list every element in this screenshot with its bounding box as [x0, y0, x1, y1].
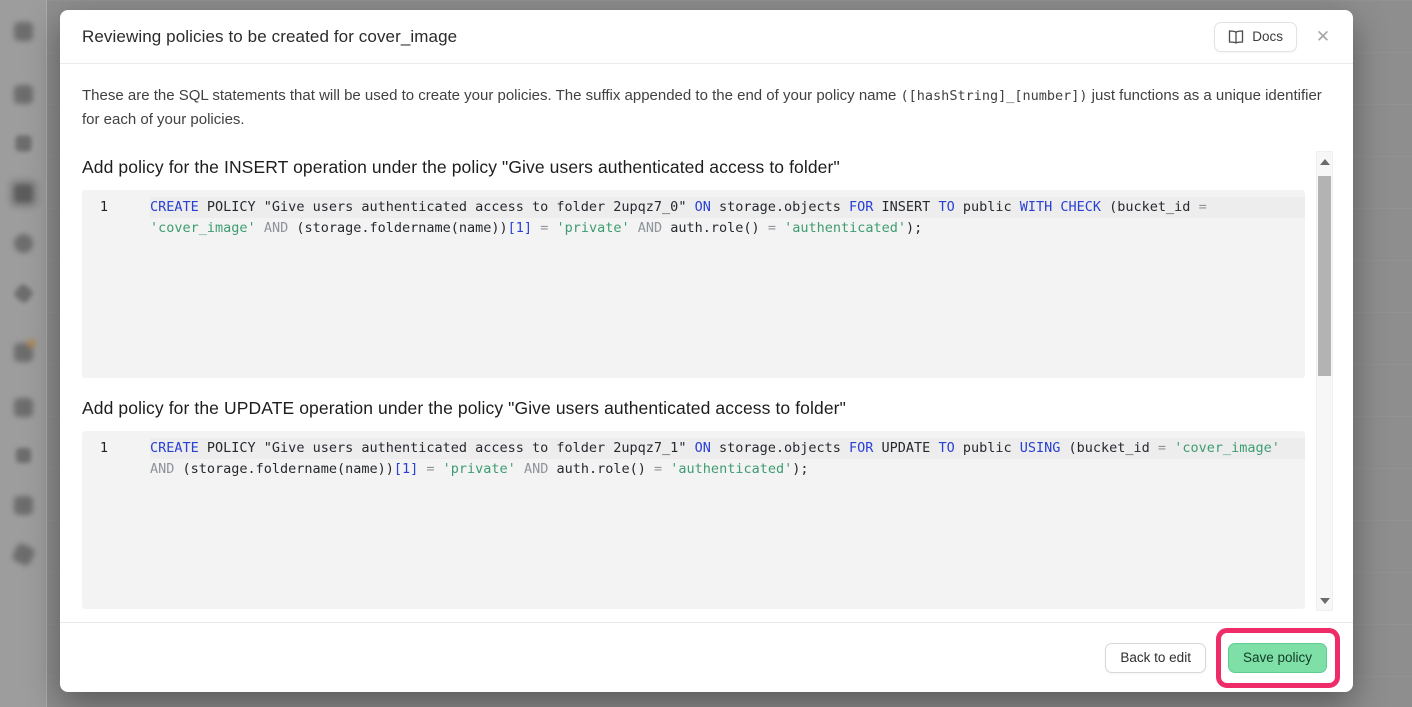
modal-description-wrap: These are the SQL statements that will b…: [60, 64, 1353, 151]
api-icon[interactable]: [13, 283, 34, 304]
policy-suffix-code: ([hashString]_[number]): [901, 88, 1088, 104]
database-icon[interactable]: [14, 184, 33, 203]
edge-functions-icon[interactable]: [14, 398, 33, 417]
realtime-icon[interactable]: [16, 448, 31, 463]
modal-title: Reviewing policies to be created for cov…: [82, 27, 457, 47]
save-policy-button[interactable]: Save policy: [1228, 643, 1327, 673]
insert-policy-code-editor[interactable]: 1 CREATE POLICY "Give users authenticate…: [82, 190, 1305, 378]
review-policies-modal: Reviewing policies to be created for cov…: [60, 10, 1353, 692]
policies-scroll-region: Add policy for the INSERT operation unde…: [82, 151, 1333, 611]
scrollbar-thumb[interactable]: [1318, 176, 1331, 376]
code-line: CREATE POLICY "Give users authenticated …: [150, 197, 1305, 218]
docs-button[interactable]: Docs: [1214, 22, 1297, 52]
modal-description: These are the SQL statements that will b…: [82, 84, 1322, 131]
insert-policy-heading: Add policy for the INSERT operation unde…: [82, 151, 1305, 190]
scrollbar-up-arrow[interactable]: [1317, 154, 1332, 169]
docs-button-label: Docs: [1252, 29, 1283, 44]
code-line: 'cover_image' AND (storage.foldername(na…: [150, 218, 1305, 239]
code-line: AND (storage.foldername(name))[1] = 'pri…: [150, 459, 1305, 480]
reports-icon[interactable]: [14, 496, 33, 515]
logs-icon[interactable]: [11, 542, 36, 567]
book-icon: [1228, 30, 1244, 44]
line-number: 1: [82, 197, 150, 218]
code-line: CREATE POLICY "Give users authenticated …: [150, 438, 1305, 459]
close-icon[interactable]: ✕: [1313, 28, 1333, 45]
update-policy-heading: Add policy for the UPDATE operation unde…: [82, 392, 1305, 431]
storage-icon[interactable]: [14, 343, 33, 362]
sql-editor-icon[interactable]: [15, 135, 31, 151]
modal-footer: Back to edit Save policy: [60, 622, 1353, 692]
scrollbar-down-arrow[interactable]: [1317, 593, 1332, 608]
vertical-scrollbar[interactable]: [1316, 151, 1333, 611]
home-icon[interactable]: [14, 22, 33, 41]
back-to-edit-button[interactable]: Back to edit: [1105, 643, 1206, 673]
modal-header: Reviewing policies to be created for cov…: [60, 10, 1353, 64]
policies-list: Add policy for the INSERT operation unde…: [82, 151, 1316, 611]
annotation-highlight: Save policy: [1216, 628, 1340, 688]
sidebar: [0, 0, 47, 707]
auth-icon[interactable]: [14, 234, 33, 253]
update-policy-code-editor[interactable]: 1 CREATE POLICY "Give users authenticate…: [82, 431, 1305, 609]
line-number: 1: [82, 438, 150, 459]
table-editor-icon[interactable]: [14, 85, 33, 104]
